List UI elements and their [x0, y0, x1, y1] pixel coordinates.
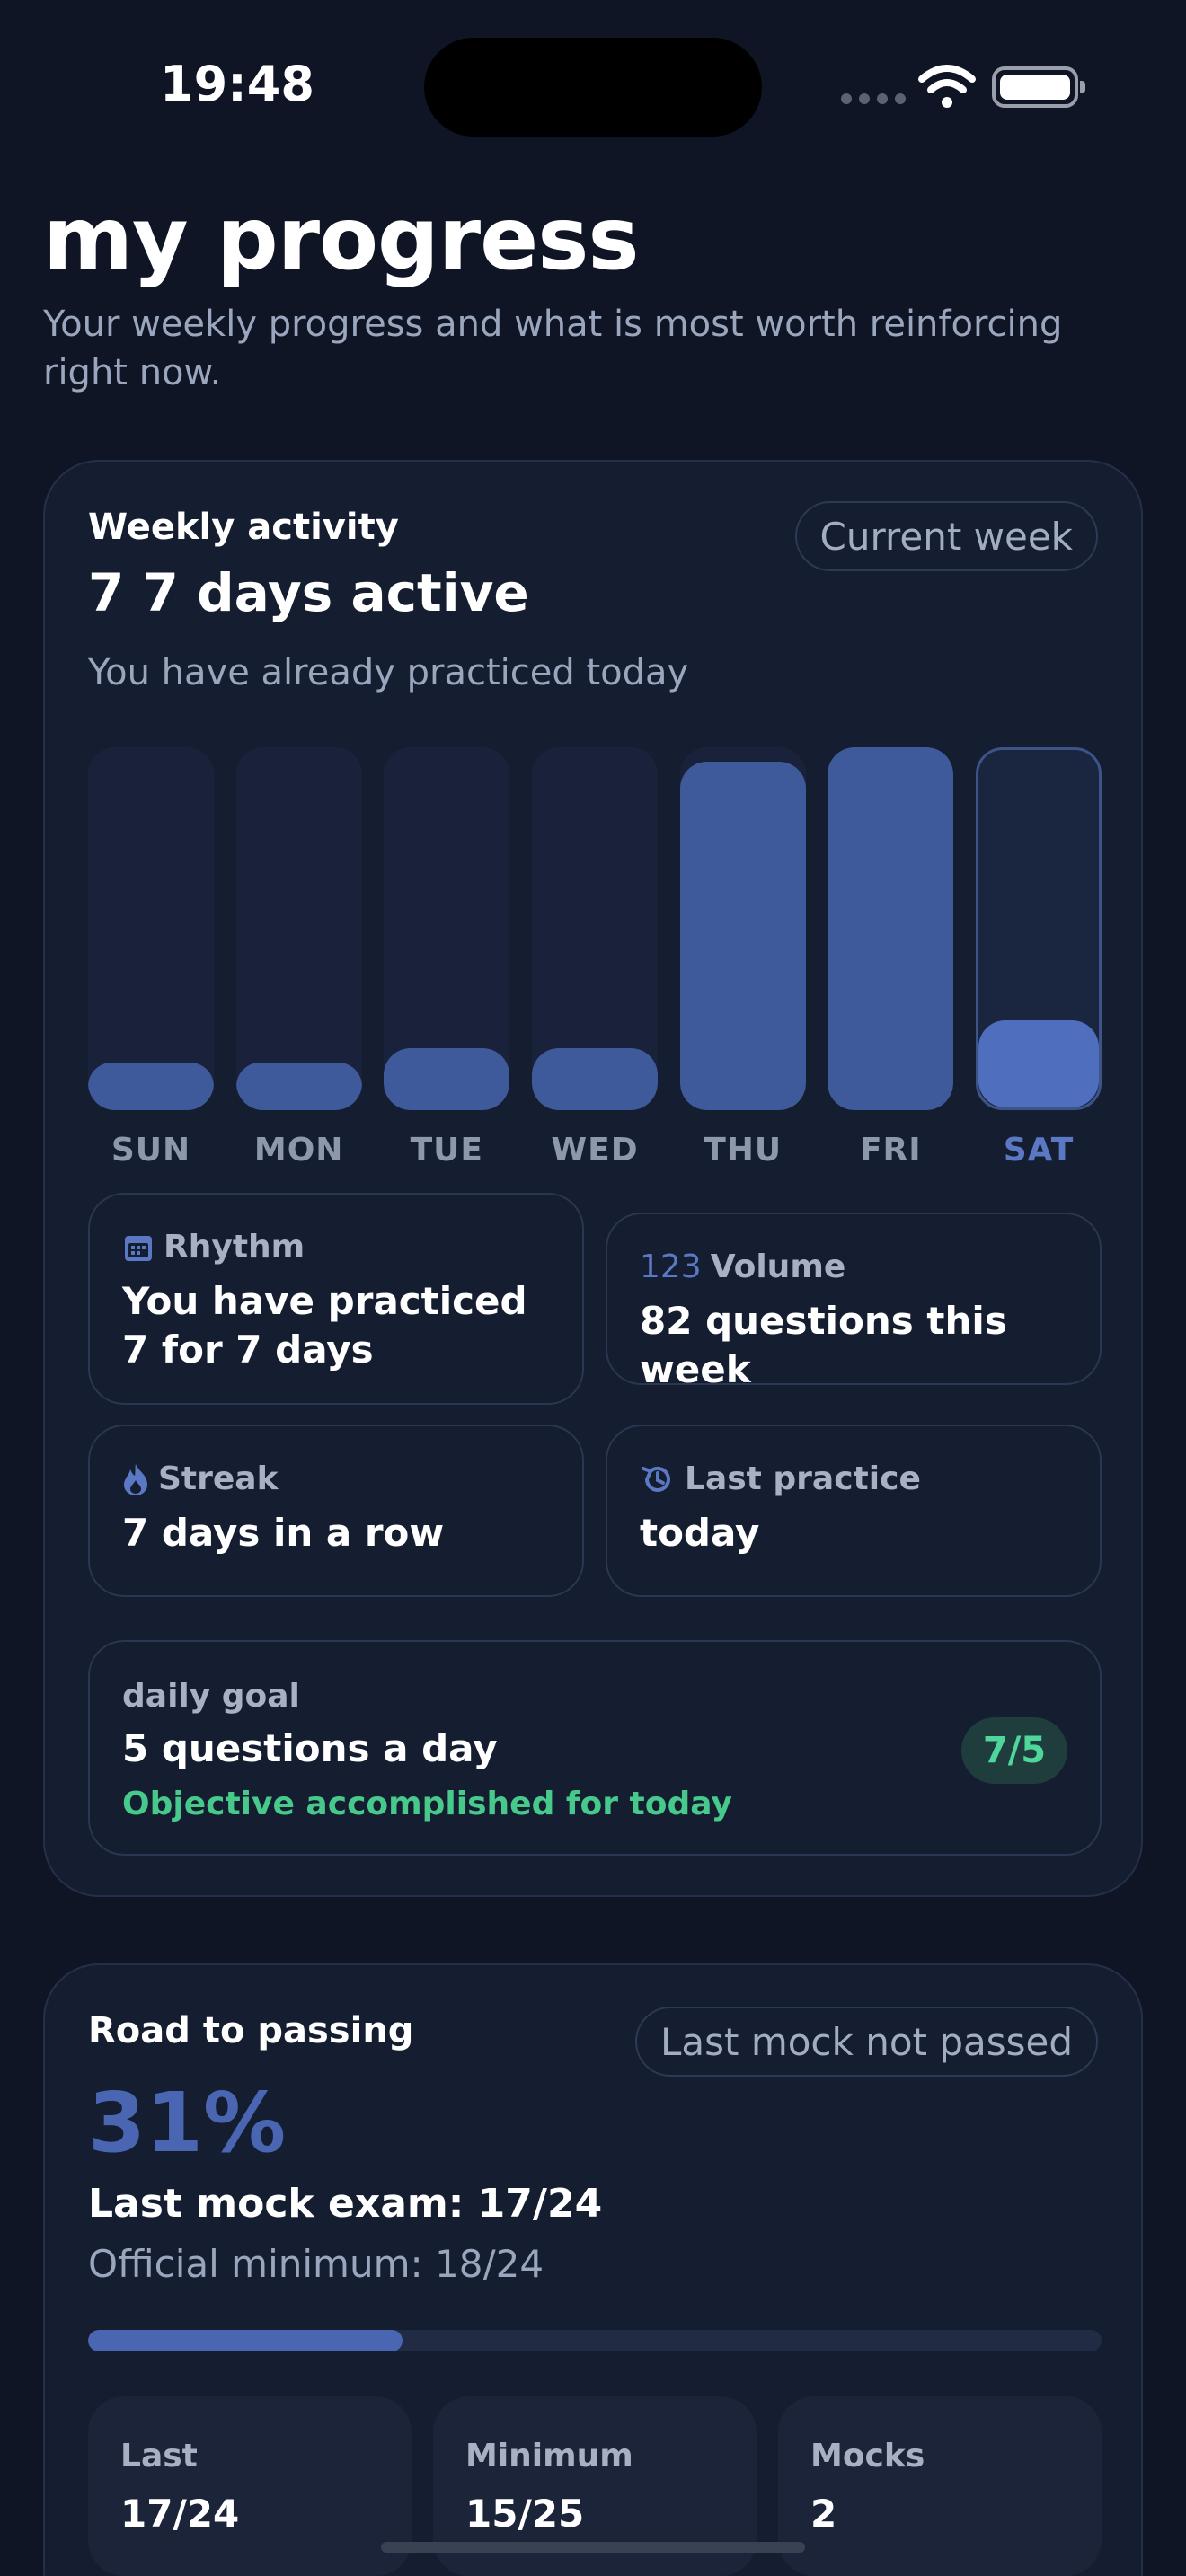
- road-to-passing-card: Road to passing Last mock not passed 31%…: [43, 1963, 1143, 2576]
- mini-label: Mocks: [810, 2438, 925, 2475]
- status-time: 19:48: [160, 56, 314, 112]
- bar-fri: [828, 747, 954, 1110]
- rhythm-value: You have practiced 7 for 7 days: [122, 1279, 527, 1372]
- last-practice-value: today: [640, 1511, 760, 1555]
- practiced-today-text: You have already practiced today: [88, 652, 689, 693]
- streak-label: Streak: [158, 1460, 279, 1497]
- mini-value: 15/25: [465, 2492, 585, 2536]
- bar-wed: [532, 1048, 658, 1110]
- passing-progress-bar: [88, 2330, 1102, 2351]
- daily-goal-status: Objective accomplished for today: [122, 1786, 732, 1822]
- bar-track-sat[interactable]: [976, 747, 1102, 1110]
- rhythm-stat: Rhythm You have practiced 7 for 7 days: [88, 1193, 584, 1405]
- bar-track-tue[interactable]: [384, 747, 510, 1110]
- last-practice-stat: Last practice today: [606, 1425, 1102, 1597]
- numbers-icon: 123: [640, 1248, 702, 1285]
- rhythm-label: Rhythm: [164, 1229, 305, 1266]
- bar-label-tue: TUE: [410, 1132, 484, 1169]
- official-minimum: Official minimum: 18/24: [88, 2242, 544, 2286]
- page-title: my progress: [43, 189, 639, 289]
- weekly-activity-card: Weekly activity Current week 7 7 days ac…: [43, 460, 1143, 1897]
- active-days-headline: 7 7 days active: [88, 562, 529, 623]
- last-practice-label: Last practice: [685, 1460, 921, 1497]
- mini-stat-last: Last 17/24: [88, 2396, 412, 2576]
- streak-value: 7 days in a row: [122, 1511, 445, 1555]
- mock-status-pill[interactable]: Last mock not passed: [634, 2007, 1098, 2077]
- wifi-icon: [918, 65, 976, 108]
- bar-label-fri: FRI: [859, 1132, 922, 1169]
- passing-percent: 31%: [88, 2075, 287, 2171]
- home-indicator[interactable]: [381, 2542, 805, 2553]
- bar-sat: [978, 1020, 1099, 1107]
- last-mock-score: Last mock exam: 17/24: [88, 2181, 603, 2227]
- cellular-signal-icon: [841, 93, 906, 104]
- mini-label: Last: [120, 2438, 198, 2475]
- weekly-activity-label: Weekly activity: [88, 507, 399, 548]
- bar-track-mon[interactable]: [235, 747, 362, 1110]
- daily-goal-label: daily goal: [122, 1678, 300, 1715]
- bar-label-mon: MON: [253, 1132, 344, 1169]
- calendar-icon: [125, 1235, 152, 1261]
- weekly-bar-chart: SUN MON TUE WED THU FRI SAT: [88, 747, 1102, 1169]
- page-subtitle: Your weekly progress and what is most wo…: [43, 304, 1063, 393]
- mini-label: Minimum: [465, 2438, 633, 2475]
- daily-goal-value: 5 questions a day: [122, 1726, 498, 1770]
- bar-label-thu: THU: [704, 1132, 783, 1169]
- bar-track-sun[interactable]: [88, 747, 214, 1110]
- mini-value: 17/24: [120, 2492, 240, 2536]
- volume-value: 82 questions this week: [640, 1299, 1007, 1391]
- daily-goal-badge: 7/5: [961, 1717, 1067, 1784]
- streak-stat: Streak 7 days in a row: [88, 1425, 584, 1597]
- bar-tue: [384, 1048, 510, 1110]
- flame-icon: [124, 1463, 147, 1495]
- volume-stat: 123 Volume 82 questions this week: [606, 1213, 1102, 1391]
- bar-sun: [88, 1063, 214, 1110]
- bar-thu: [679, 762, 806, 1110]
- daily-goal-box: daily goal 5 questions a day Objective a…: [88, 1640, 1102, 1856]
- bar-label-sat: SAT: [1003, 1132, 1075, 1169]
- dynamic-island: [424, 38, 762, 137]
- bar-track-thu[interactable]: [679, 747, 806, 1110]
- current-week-pill[interactable]: Current week: [794, 501, 1098, 571]
- bar-mon: [235, 1063, 362, 1110]
- bar-label-wed: WED: [551, 1132, 639, 1169]
- bar-track-wed[interactable]: [532, 747, 658, 1110]
- mini-stat-mocks: Mocks 2: [778, 2396, 1102, 2576]
- road-to-passing-label: Road to passing: [88, 2010, 414, 2051]
- battery-icon: [992, 66, 1085, 108]
- mini-value: 2: [810, 2492, 837, 2536]
- history-icon: [642, 1466, 670, 1492]
- volume-label: Volume: [710, 1248, 846, 1285]
- bar-track-fri[interactable]: [828, 747, 954, 1110]
- bar-label-sun: SUN: [111, 1132, 191, 1169]
